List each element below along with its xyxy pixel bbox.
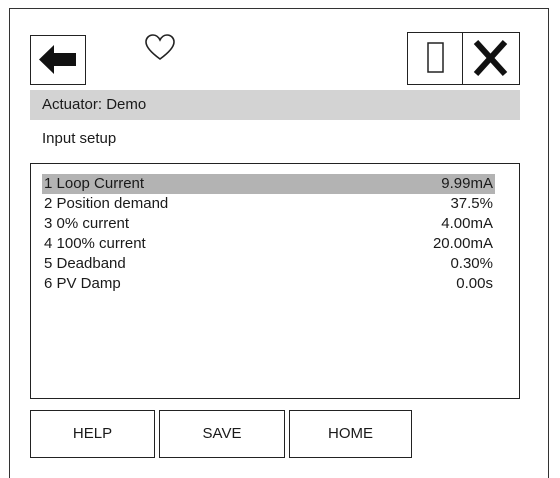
list-item-label: 1 Loop Current xyxy=(44,175,145,192)
back-button[interactable] xyxy=(30,35,86,85)
list-item-label: 5 Deadband xyxy=(44,255,126,272)
list-item-pv-damp[interactable]: 6 PV Damp 0.00s xyxy=(42,274,495,294)
page-subtitle: Input setup xyxy=(42,130,117,147)
actuator-title: Actuator: Demo xyxy=(42,96,147,113)
list-item-value: 4.00mA xyxy=(441,215,493,232)
close-x-icon xyxy=(473,39,508,77)
help-button[interactable]: HELP xyxy=(30,410,155,458)
window-button[interactable] xyxy=(407,32,463,85)
rectangle-icon xyxy=(427,42,444,73)
list-item-value: 0.00s xyxy=(456,275,493,292)
actuator-title-bar: Actuator: Demo xyxy=(30,90,520,120)
save-button[interactable]: SAVE xyxy=(159,410,285,458)
list-item-label: 2 Position demand xyxy=(44,195,169,212)
list-item-position-demand[interactable]: 2 Position demand 37.5% xyxy=(42,194,495,214)
list-item-100-percent-current[interactable]: 4 100% current 20.00mA xyxy=(42,234,495,254)
list-item-label: 4 100% current xyxy=(44,235,146,252)
close-button[interactable] xyxy=(462,32,520,85)
list-item-label: 6 PV Damp xyxy=(44,275,121,292)
list-item-label: 3 0% current xyxy=(44,215,130,232)
list-item-value: 9.99mA xyxy=(441,175,493,192)
heart-icon xyxy=(145,34,175,60)
list-item-deadband[interactable]: 5 Deadband 0.30% xyxy=(42,254,495,274)
home-button[interactable]: HOME xyxy=(289,410,412,458)
list-item-value: 20.00mA xyxy=(432,235,493,252)
left-arrow-icon xyxy=(39,45,76,74)
list-item-value: 37.5% xyxy=(450,195,493,212)
list-item-0-percent-current[interactable]: 3 0% current 4.00mA xyxy=(42,214,495,234)
list-item-value: 0.30% xyxy=(450,255,493,272)
favorite-button[interactable] xyxy=(143,32,177,62)
list-item-loop-current[interactable]: 1 Loop Current 9.99mA xyxy=(42,174,495,194)
parameter-list: 1 Loop Current 9.99mA 2 Position demand … xyxy=(30,163,520,399)
